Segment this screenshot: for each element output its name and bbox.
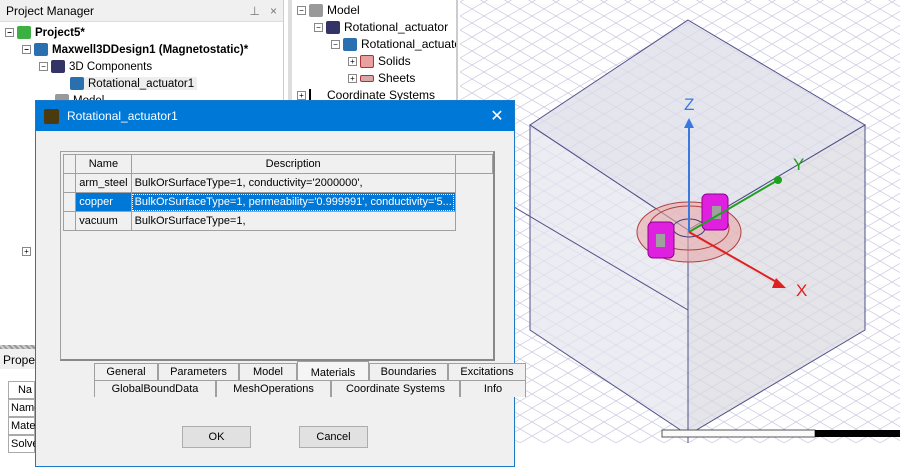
dialog-title: Rotational_actuator1 xyxy=(67,109,178,123)
label: Project5* xyxy=(35,26,85,39)
label: Sheets xyxy=(378,71,416,85)
expand-icon[interactable]: + xyxy=(348,73,357,83)
table-header: Name Description xyxy=(62,154,494,174)
cell-description[interactable]: BulkOrSurfaceType=1, xyxy=(130,211,456,231)
close-button[interactable]: ✕ xyxy=(480,106,514,126)
collapse-icon[interactable]: − xyxy=(39,62,48,71)
ok-button[interactable]: OK xyxy=(182,426,251,448)
column-name[interactable]: Name xyxy=(75,154,132,174)
component-dialog: Rotational_actuator1 ✕ Name Description a… xyxy=(35,100,526,467)
3d-viewport[interactable]: Z Y X xyxy=(459,0,900,443)
label: Rotational_actuator xyxy=(344,20,449,34)
collapse-icon[interactable]: − xyxy=(22,45,31,54)
tab-globalbounddata[interactable]: GlobalBoundData xyxy=(94,380,216,397)
properties-row: Solve xyxy=(8,435,39,453)
row-header xyxy=(62,154,77,174)
row-header[interactable] xyxy=(62,211,77,231)
y-label: Y xyxy=(793,155,804,174)
project-manager-header: Project Manager ⊥ × xyxy=(0,0,283,22)
model-icon xyxy=(309,3,323,17)
tree-expand[interactable]: + xyxy=(22,247,34,256)
tree-item-solids[interactable]: + Solids xyxy=(348,54,411,68)
label: Model xyxy=(327,3,360,17)
materials-panel: Name Description arm_steel BulkOrSurfaceTy… xyxy=(60,151,495,361)
label: Solids xyxy=(378,54,411,68)
tab-boundaries[interactable]: Boundaries xyxy=(369,363,448,380)
row-header[interactable] xyxy=(62,173,77,193)
table-row[interactable]: vacuum BulkOrSurfaceType=1, xyxy=(62,211,493,231)
tree-item-actuator[interactable]: − Rotational_actuator xyxy=(314,20,448,34)
collapse-icon[interactable]: − xyxy=(314,22,323,32)
tree-item-sheets[interactable]: + Sheets xyxy=(348,71,415,85)
cell-name[interactable]: arm_steel xyxy=(75,173,132,193)
properties-row: Mater xyxy=(8,417,39,435)
x-label: X xyxy=(796,281,807,300)
collapse-icon[interactable]: − xyxy=(331,39,340,49)
scale-bar-light xyxy=(661,429,816,438)
tree-item-3d-components[interactable]: − 3D Components xyxy=(39,60,152,73)
design-icon xyxy=(34,43,48,56)
table-row[interactable]: arm_steel BulkOrSurfaceType=1, conductivi… xyxy=(62,173,493,193)
component-icon xyxy=(326,20,340,34)
tab-excitations[interactable]: Excitations xyxy=(448,363,526,380)
column-description[interactable]: Description xyxy=(130,154,456,174)
component-icon xyxy=(343,37,357,51)
close-icon[interactable]: × xyxy=(270,4,277,18)
label: Rotational_actuator xyxy=(361,37,458,51)
tree-item-component[interactable]: Rotational_actuator1 xyxy=(70,77,198,90)
tree-item-model[interactable]: − Model xyxy=(297,3,360,17)
tab-coordinate-systems[interactable]: Coordinate Systems xyxy=(331,380,460,397)
tab-info[interactable]: Info xyxy=(460,380,526,397)
table-row-selected[interactable]: copper BulkOrSurfaceType=1, permeability=… xyxy=(62,192,493,212)
tab-parameters[interactable]: Parameters xyxy=(158,363,239,380)
solids-icon xyxy=(360,54,374,68)
cancel-button[interactable]: Cancel xyxy=(299,426,368,448)
tree-item-actuator-sub[interactable]: − Rotational_actuator xyxy=(331,37,458,51)
properties-row: Name xyxy=(8,399,40,417)
properties-title: Proper xyxy=(0,349,39,369)
label: Rotational_actuator1 xyxy=(88,77,195,90)
components-icon xyxy=(51,60,65,73)
3d-scene[interactable]: Z Y X xyxy=(459,0,900,443)
cell-name[interactable]: vacuum xyxy=(75,211,132,231)
expand-icon[interactable]: + xyxy=(297,90,306,100)
z-label: Z xyxy=(684,95,694,114)
tree-item-design[interactable]: − Maxwell3DDesign1 (Magnetostatic)* xyxy=(22,43,248,56)
cell-description[interactable]: BulkOrSurfaceType=1, permeability='0.999… xyxy=(130,192,456,212)
properties-header: Na xyxy=(8,381,35,399)
tab-materials[interactable]: Materials xyxy=(297,361,369,380)
panel-title: Project Manager xyxy=(6,3,95,18)
label: 3D Components xyxy=(69,60,153,73)
collapse-icon[interactable]: − xyxy=(297,5,306,15)
project-icon xyxy=(17,26,31,39)
tab-model[interactable]: Model xyxy=(239,363,297,380)
label: Maxwell3DDesign1 (Magnetostatic)* xyxy=(52,43,249,56)
tree-item-project[interactable]: − Project5* xyxy=(5,26,85,39)
properties-panel: Proper Na Name Mater Solve xyxy=(0,345,40,467)
collapse-icon[interactable]: − xyxy=(5,28,14,37)
model-tree-panel: − Model − Rotational_actuator − Rotational_… xyxy=(288,0,458,110)
expand-icon[interactable]: + xyxy=(22,247,31,256)
y-arrow xyxy=(774,176,782,184)
scale-bar-dark xyxy=(815,430,900,437)
expand-icon[interactable]: + xyxy=(348,56,357,66)
cell-name[interactable]: copper xyxy=(75,192,132,212)
armature-slot xyxy=(656,234,665,247)
materials-table: Name Description arm_steel BulkOrSurfaceTy… xyxy=(62,154,494,231)
component-icon xyxy=(70,77,84,90)
column-extra[interactable] xyxy=(454,154,494,174)
tab-general[interactable]: General xyxy=(94,363,158,380)
cell-description[interactable]: BulkOrSurfaceType=1, conductivity='20000… xyxy=(130,173,456,193)
edt-logo-icon xyxy=(44,108,59,124)
tab-meshoperations[interactable]: MeshOperations xyxy=(216,380,331,397)
row-header[interactable] xyxy=(62,192,77,212)
pin-icon[interactable]: ⊥ xyxy=(250,4,260,18)
sheets-icon xyxy=(360,74,374,82)
dialog-titlebar: Rotational_actuator1 ✕ xyxy=(36,101,514,131)
